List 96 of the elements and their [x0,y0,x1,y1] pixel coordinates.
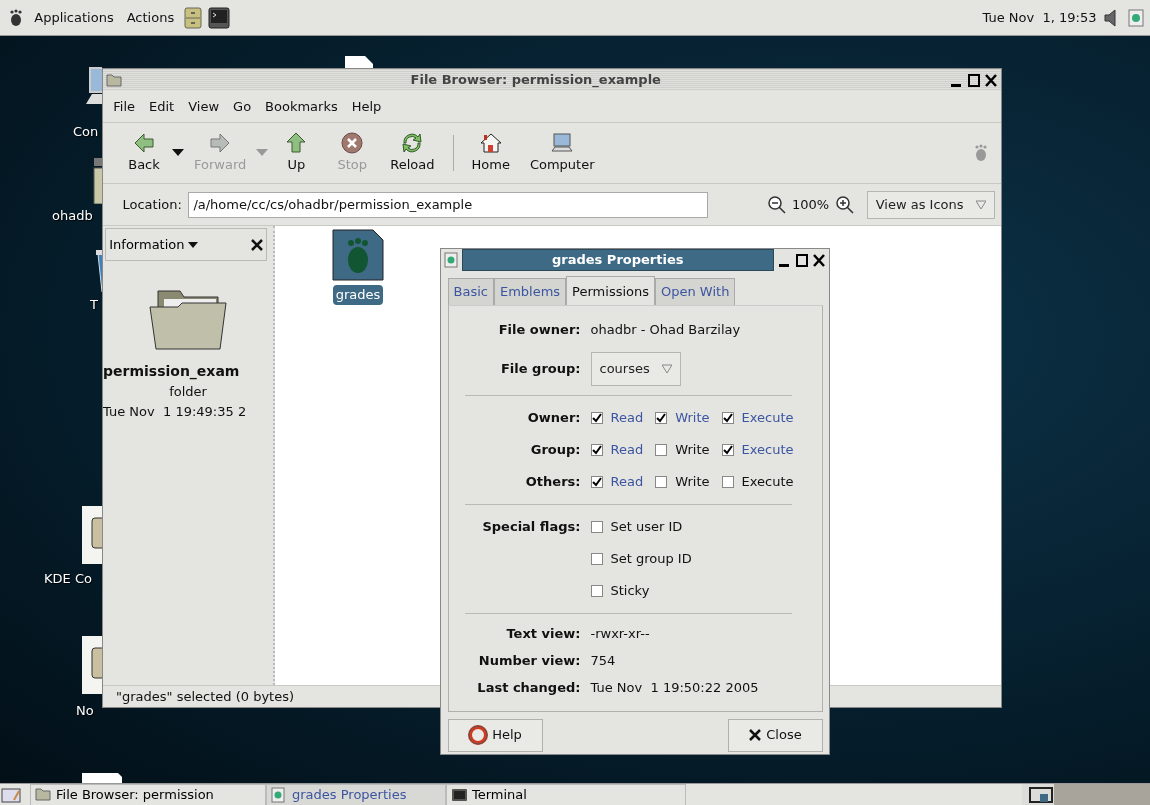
taskbar-button[interactable]: File Browser: permission [30,783,266,805]
location-label: Location: [122,195,182,214]
terminal-icon[interactable] [208,6,231,29]
field-label: Last changed: [476,678,582,697]
lifebuoy-icon [468,725,489,745]
sidebar-folder-type: folder [168,383,208,401]
desktop-icon-label[interactable]: T [90,295,98,315]
menu-item[interactable]: Go [226,96,259,117]
checkbox[interactable]: Write [655,408,722,428]
field-label: Text view: [505,624,582,643]
field-value: 754 [590,651,616,670]
zoom-out-icon[interactable] [767,195,786,214]
app-icon[interactable] [1127,8,1144,27]
checkmark-icon [656,413,667,423]
taskbar-button[interactable]: Terminal [446,783,686,805]
checkbox[interactable]: Set user ID [590,517,695,537]
file-icon[interactable] [331,228,385,282]
field-label: Number view: [477,651,582,670]
toolbar-button[interactable]: Home [461,131,520,175]
toolbar-button[interactable]: Reload [380,131,445,175]
field-value: Tue Nov 1 19:50:22 2005 [590,678,759,697]
app-icon [271,786,287,803]
window-title: grades Properties [461,249,774,271]
panel-clock[interactable]: Tue Nov 1, 19:53 [982,7,1097,28]
checkbox[interactable]: Write [655,472,722,492]
maximize-icon[interactable] [794,252,809,268]
checkmark-icon [591,477,602,487]
window-title: File Browser: permission_example [409,71,662,90]
menu-item[interactable]: Edit [142,96,182,117]
checkbox[interactable]: Write [655,440,722,460]
checkbox[interactable]: Execute [721,472,806,492]
menu-item[interactable]: Help [344,96,389,117]
panel-menu[interactable]: Actions [123,7,178,28]
location-field[interactable]: /a/home/cc/cs/ohadbr/permission_example [188,191,709,218]
desktop-icon-label[interactable]: Con [73,122,99,142]
menu-item[interactable]: File [106,96,142,117]
tab[interactable]: Emblems [493,278,567,305]
zoom-in-icon[interactable] [835,195,854,214]
field-value: -rwxr-xr-- [590,624,650,643]
taskbar-button[interactable]: grades Properties [266,783,446,805]
checkmark-icon [591,413,602,423]
checkmark-icon [722,413,733,423]
checkmark-icon [722,445,733,455]
field-label: File owner: [497,321,582,339]
file-group-dropdown[interactable]: courses [590,352,681,386]
checkbox[interactable]: Read [590,440,656,460]
checkbox[interactable]: Sticky [590,581,662,601]
caret-icon [187,240,198,249]
desktop-icon-label[interactable]: KDE Co [44,569,92,589]
toolbar-button[interactable]: Computer [519,131,605,175]
close-button[interactable]: Close [727,718,823,752]
close-icon[interactable] [250,238,263,251]
checkbox[interactable]: Set group ID [590,549,704,569]
tab[interactable]: Open With [655,278,736,305]
checkmark-icon [591,445,602,455]
sidebar-folder-name: permission_exam [103,362,241,382]
zoom-level: 100% [792,195,830,214]
view-mode-dropdown[interactable]: View as Icons [866,190,995,219]
help-button[interactable]: Help [447,718,543,752]
reload-icon [400,131,425,156]
caret-icon [975,199,986,210]
tab[interactable]: Basic [447,278,494,305]
caret-icon [661,364,672,374]
checkbox[interactable]: Execute [721,408,806,428]
field-label: Group: [529,441,582,460]
sidebar-modified-date: Tue Nov 1 19:49:35 2 [103,402,248,421]
close-icon[interactable] [983,72,998,88]
stop-icon [340,131,365,156]
terminal-icon [451,786,467,803]
close-icon [748,728,763,742]
panel-menu[interactable]: Applications [31,7,117,28]
field-label: File group: [499,360,582,379]
field-label: Owner: [526,409,582,428]
menu-item[interactable]: Bookmarks [258,96,345,117]
tab[interactable]: Permissions [566,276,655,305]
computer-icon[interactable] [86,66,102,104]
file-label[interactable]: grades [332,285,384,305]
desktop-icon-label[interactable]: No [76,701,94,721]
caret-icon[interactable] [172,149,184,157]
file-cabinet-icon[interactable] [183,6,202,29]
checkbox[interactable]: Read [590,472,656,492]
toolbar-button[interactable]: Back [116,131,172,175]
status-bar-text: "grades" selected (0 bytes) [116,687,295,706]
file-owner-value: ohadbr - Ohad Barzilay [590,321,741,339]
home-icon [478,131,503,156]
field-label: Special flags: [481,518,582,537]
workspace-button[interactable] [1022,783,1054,805]
field-label: Others: [524,473,582,492]
checkbox[interactable]: Execute [721,440,806,460]
app-icon[interactable] [444,252,459,268]
toolbar-button[interactable]: Up [268,131,325,175]
maximize-icon[interactable] [966,72,981,88]
close-icon[interactable] [811,252,826,268]
desktop-icon-label[interactable]: ohadb [52,206,93,226]
menu-item[interactable]: View [181,96,227,117]
checkbox[interactable]: Read [590,408,656,428]
